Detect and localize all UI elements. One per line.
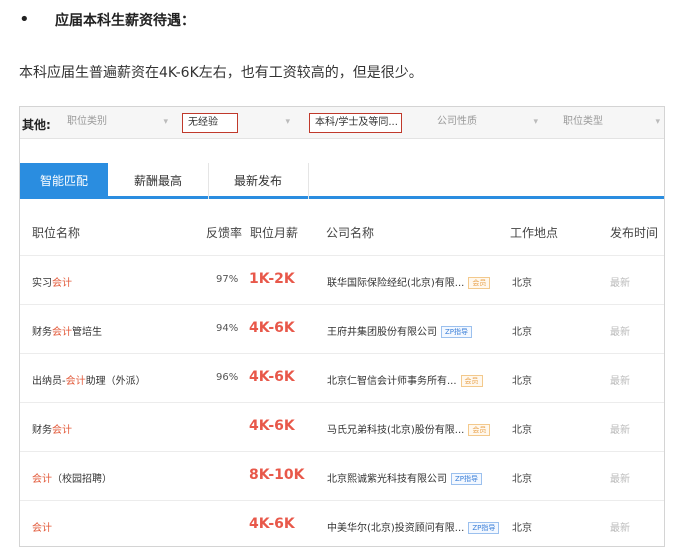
salary-range: 4K-6K: [249, 516, 295, 532]
company-name-link[interactable]: 北京熙诚紫光科技有限公司 ZP指导: [327, 470, 483, 485]
experience-dropdown-caret-area[interactable]: ▾: [238, 113, 294, 133]
intro-paragraph: 本科应届生普遍薪资在4K-6K左右，也有工资较高的，但是很少。: [19, 65, 423, 81]
job-title-prefix: 出纳员-: [32, 376, 66, 387]
job-title-keyword: 会计: [52, 425, 72, 436]
dropdown-label: 本科/学士及等同...: [315, 117, 398, 128]
work-location: 北京: [512, 327, 532, 338]
position-type-dropdown[interactable]: 职位类型 ▾: [558, 113, 664, 133]
job-title-keyword: 会计: [65, 376, 86, 387]
company-badge: 会员: [468, 277, 491, 289]
filter-bar: 其他: 职位类别 ▾ 无经验 ▾ 本科/学士及等同... 公司性质 ▾ 职位类型…: [20, 107, 664, 139]
col-feedback-rate: 反馈率: [206, 226, 243, 240]
feedback-rate: 97%: [216, 274, 239, 285]
job-search-screenshot: 其他: 职位类别 ▾ 无经验 ▾ 本科/学士及等同... 公司性质 ▾ 职位类型…: [19, 106, 665, 547]
salary-range: 4K-6K: [249, 369, 295, 385]
company-name: 联华国际保险经纪(北京)有限...: [327, 278, 465, 289]
job-title-keyword: 会计: [32, 474, 52, 485]
col-monthly-salary: 职位月薪: [250, 226, 299, 240]
col-company: 公司名称: [326, 226, 375, 240]
tab-latest[interactable]: 最新发布: [208, 163, 308, 199]
job-title-keyword: 会计: [52, 278, 72, 289]
company-badge: ZP指导: [441, 326, 473, 338]
work-location: 北京: [512, 425, 532, 436]
company-badge: 会员: [468, 424, 491, 436]
job-title-keyword: 会计: [52, 327, 72, 338]
company-type-dropdown[interactable]: 公司性质 ▾: [432, 113, 542, 133]
salary-range: 1K-2K: [249, 271, 295, 287]
feedback-rate: 94%: [216, 323, 239, 334]
tab-highest-salary[interactable]: 薪酬最高: [108, 163, 208, 199]
work-location: 北京: [512, 376, 532, 387]
result-tabs: 智能匹配 薪酬最高 最新发布: [20, 163, 664, 199]
chevron-down-icon: ▾: [285, 117, 290, 127]
job-title-suffix: （校园招聘）: [52, 474, 112, 485]
job-title-link[interactable]: 财务会计管培生: [32, 323, 102, 338]
job-title-prefix: 财务: [32, 327, 52, 338]
work-location: 北京: [512, 474, 532, 485]
publish-time: 最新: [610, 425, 630, 436]
chevron-down-icon: ▾: [533, 117, 538, 127]
company-name-link[interactable]: 王府井集团股份有限公司 ZP指导: [327, 323, 473, 338]
salary-range: 4K-6K: [249, 320, 295, 336]
experience-dropdown[interactable]: 无经验: [182, 113, 238, 133]
tab-smart-match[interactable]: 智能匹配: [20, 163, 108, 199]
job-title-suffix: 管培生: [72, 327, 102, 338]
work-location: 北京: [512, 278, 532, 289]
company-name-link[interactable]: 马氏兄弟科技(北京)股份有限... 会员: [327, 421, 491, 436]
salary-range: 8K-10K: [249, 467, 305, 483]
job-title-prefix: 实习: [32, 278, 52, 289]
publish-time: 最新: [610, 523, 630, 534]
education-dropdown[interactable]: 本科/学士及等同...: [309, 113, 402, 133]
job-title-link[interactable]: 出纳员-会计助理（外派）: [32, 372, 146, 387]
chevron-down-icon: ▾: [655, 117, 660, 127]
job-title-prefix: 财务: [32, 425, 52, 436]
company-badge: ZP指导: [451, 473, 483, 485]
publish-time: 最新: [610, 474, 630, 485]
company-name: 马氏兄弟科技(北京)股份有限...: [327, 425, 465, 436]
dropdown-label: 无经验: [188, 117, 218, 128]
job-title-keyword: 会计: [32, 523, 52, 534]
company-name: 中美华尔(北京)投资顾问有限...: [327, 523, 465, 534]
company-name: 北京熙诚紫光科技有限公司: [327, 474, 447, 485]
table-header: 职位名称 反馈率 职位月薪 公司名称 工作地点 发布时间: [20, 217, 664, 247]
col-location: 工作地点: [510, 226, 559, 240]
dropdown-label: 职位类别: [67, 116, 107, 127]
company-name-link[interactable]: 中美华尔(北京)投资顾问有限... ZP指导: [327, 519, 500, 534]
table-row[interactable]: 出纳员-会计助理（外派） 96% 4K-6K 北京仁智信会计师事务所有... 会员 北京 最…: [20, 353, 664, 402]
publish-time: 最新: [610, 327, 630, 338]
col-publish-time: 发布时间: [610, 226, 659, 240]
bullet-marker: •: [19, 9, 30, 30]
job-title-link[interactable]: 会计（校园招聘）: [32, 470, 112, 485]
feedback-rate: 96%: [216, 372, 239, 383]
table-row[interactable]: 财务会计管培生 94% 4K-6K 王府井集团股份有限公司 ZP指导 北京 最新: [20, 304, 664, 353]
company-name-link[interactable]: 联华国际保险经纪(北京)有限... 会员: [327, 274, 491, 289]
publish-time: 最新: [610, 278, 630, 289]
company-name: 北京仁智信会计师事务所有...: [327, 376, 457, 387]
company-name: 王府井集团股份有限公司: [327, 327, 437, 338]
work-location: 北京: [512, 523, 532, 534]
publish-time: 最新: [610, 376, 630, 387]
company-badge: ZP指导: [468, 522, 500, 534]
col-job-title: 职位名称: [32, 226, 81, 240]
dropdown-label: 公司性质: [437, 116, 477, 127]
job-title-link[interactable]: 财务会计: [32, 421, 72, 436]
table-row[interactable]: 会计 4K-6K 中美华尔(北京)投资顾问有限... ZP指导 北京 最新: [20, 500, 664, 546]
company-name-link[interactable]: 北京仁智信会计师事务所有... 会员: [327, 372, 483, 387]
job-category-dropdown[interactable]: 职位类别 ▾: [62, 113, 172, 133]
section-heading: 应届本科生薪资待遇：: [55, 13, 195, 29]
tab-divider: [308, 163, 309, 199]
job-title-link[interactable]: 实习会计: [32, 274, 72, 289]
table-row[interactable]: 实习会计 97% 1K-2K 联华国际保险经纪(北京)有限... 会员 北京 最新: [20, 255, 664, 304]
company-badge: 会员: [460, 375, 483, 387]
dropdown-label: 职位类型: [563, 116, 603, 127]
salary-range: 4K-6K: [249, 418, 295, 434]
table-row[interactable]: 财务会计 4K-6K 马氏兄弟科技(北京)股份有限... 会员 北京 最新: [20, 402, 664, 451]
job-title-suffix: 助理（外派）: [85, 376, 146, 387]
job-title-link[interactable]: 会计: [32, 519, 52, 534]
chevron-down-icon: ▾: [163, 117, 168, 127]
filter-label: 其他:: [22, 118, 51, 132]
table-row[interactable]: 会计（校园招聘） 8K-10K 北京熙诚紫光科技有限公司 ZP指导 北京 最新: [20, 451, 664, 500]
